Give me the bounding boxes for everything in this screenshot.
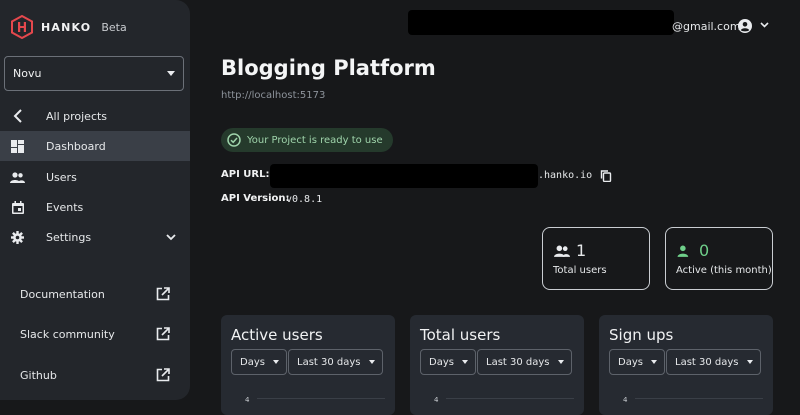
sidebar-item-label: Users	[46, 170, 77, 184]
status-badge: Your Project is ready to use	[221, 128, 393, 152]
api-url-value: .hanko.io	[538, 170, 593, 181]
panel-title: Active users	[231, 326, 323, 344]
hanko-logo-icon	[11, 15, 33, 39]
caret-down-icon	[746, 360, 753, 364]
account-circle-icon[interactable]	[738, 19, 752, 33]
calendar-icon	[10, 200, 25, 215]
chevron-left-icon	[10, 109, 25, 124]
api-version-value: v0.8.1	[286, 194, 323, 205]
sidebar-link-label: Documentation	[20, 287, 105, 301]
stat-label: Active (this month)	[676, 265, 772, 276]
interval-select-value: Days	[429, 356, 454, 368]
sidebar-item-settings[interactable]: Settings	[0, 222, 190, 252]
check-circle-icon	[227, 133, 241, 147]
caret-down-icon	[650, 360, 657, 364]
account-email: @gmail.com	[672, 20, 741, 33]
range-select[interactable]: Last 30 days	[288, 349, 383, 375]
status-text: Your Project is ready to use	[247, 134, 383, 146]
dashboard-icon	[10, 139, 25, 154]
stat-card-total-users: 1 Total users	[542, 227, 650, 290]
sidebar-item-label: Dashboard	[46, 139, 106, 153]
grid-line	[635, 398, 763, 399]
brand-name: HANKO	[41, 20, 92, 34]
range-select[interactable]: Last 30 days	[477, 349, 572, 375]
users-icon	[554, 245, 570, 257]
caret-down-icon	[167, 71, 175, 76]
project-selector-value: Novu	[13, 67, 42, 80]
account-menu-chevron-icon[interactable]	[760, 22, 769, 28]
copy-icon[interactable]	[600, 170, 612, 182]
sidebar-item-label: Events	[46, 200, 84, 214]
chart-panel-total-users: Total users Days Last 30 days 4	[410, 315, 584, 415]
sidebar-item-label: All projects	[46, 109, 108, 123]
caret-down-icon	[557, 360, 564, 364]
range-select-value: Last 30 days	[297, 356, 361, 368]
sidebar-item-events[interactable]: Events	[0, 192, 190, 222]
redacted-email	[408, 10, 674, 35]
sidebar-item-label: Settings	[46, 230, 92, 244]
interval-select[interactable]: Days	[420, 349, 476, 375]
sidebar-item-users[interactable]: Users	[0, 162, 190, 192]
api-url-label: API URL:	[221, 169, 270, 180]
sidebar-item-all-projects[interactable]: All projects	[0, 101, 190, 131]
grid-line	[257, 398, 385, 399]
stat-card-active-this-month: 0 Active (this month)	[665, 227, 773, 290]
range-select[interactable]: Last 30 days	[666, 349, 761, 375]
api-version-label: API Version:	[221, 193, 290, 204]
page-title: Blogging Platform	[221, 56, 436, 80]
sidebar-link-label: Slack community	[20, 327, 115, 341]
chart-panel-sign-ups: Sign ups Days Last 30 days 4	[599, 315, 773, 415]
sidebar-link-github[interactable]: Github	[0, 360, 190, 390]
sidebar-link-documentation[interactable]: Documentation	[0, 279, 190, 309]
interval-select[interactable]: Days	[231, 349, 287, 375]
caret-down-icon	[272, 360, 279, 364]
sidebar-link-slack-community[interactable]: Slack community	[0, 319, 190, 349]
y-axis-tick: 4	[434, 396, 439, 404]
project-url: http://localhost:5173	[221, 90, 326, 101]
chart-panel-active-users: Active users Days Last 30 days 4	[221, 315, 395, 415]
range-select-value: Last 30 days	[486, 356, 550, 368]
redacted-api-url	[270, 164, 538, 188]
sidebar: HANKO Beta Novu All projects Dashboard U…	[0, 0, 190, 400]
external-link-icon	[156, 287, 170, 301]
project-selector[interactable]: Novu	[4, 56, 184, 91]
interval-select-value: Days	[240, 356, 265, 368]
chevron-down-icon	[166, 231, 176, 244]
panel-title: Total users	[420, 326, 501, 344]
brand-logo[interactable]: HANKO Beta	[10, 14, 127, 40]
interval-select-value: Days	[618, 356, 643, 368]
caret-down-icon	[368, 360, 375, 364]
person-icon	[677, 245, 689, 257]
interval-select[interactable]: Days	[609, 349, 665, 375]
stat-value: 0	[699, 241, 710, 260]
range-select-value: Last 30 days	[675, 356, 739, 368]
external-link-icon	[156, 368, 170, 382]
caret-down-icon	[461, 360, 468, 364]
y-axis-tick: 4	[245, 396, 250, 404]
gear-icon	[10, 230, 25, 245]
panel-title: Sign ups	[609, 326, 674, 344]
users-icon	[10, 170, 25, 185]
sidebar-link-label: Github	[20, 368, 57, 382]
y-axis-tick: 4	[623, 396, 628, 404]
stat-value: 1	[576, 241, 587, 260]
stat-label: Total users	[553, 265, 607, 276]
beta-badge: Beta	[101, 20, 127, 34]
grid-line	[446, 398, 574, 399]
sidebar-item-dashboard[interactable]: Dashboard	[0, 131, 190, 161]
external-link-icon	[156, 327, 170, 341]
